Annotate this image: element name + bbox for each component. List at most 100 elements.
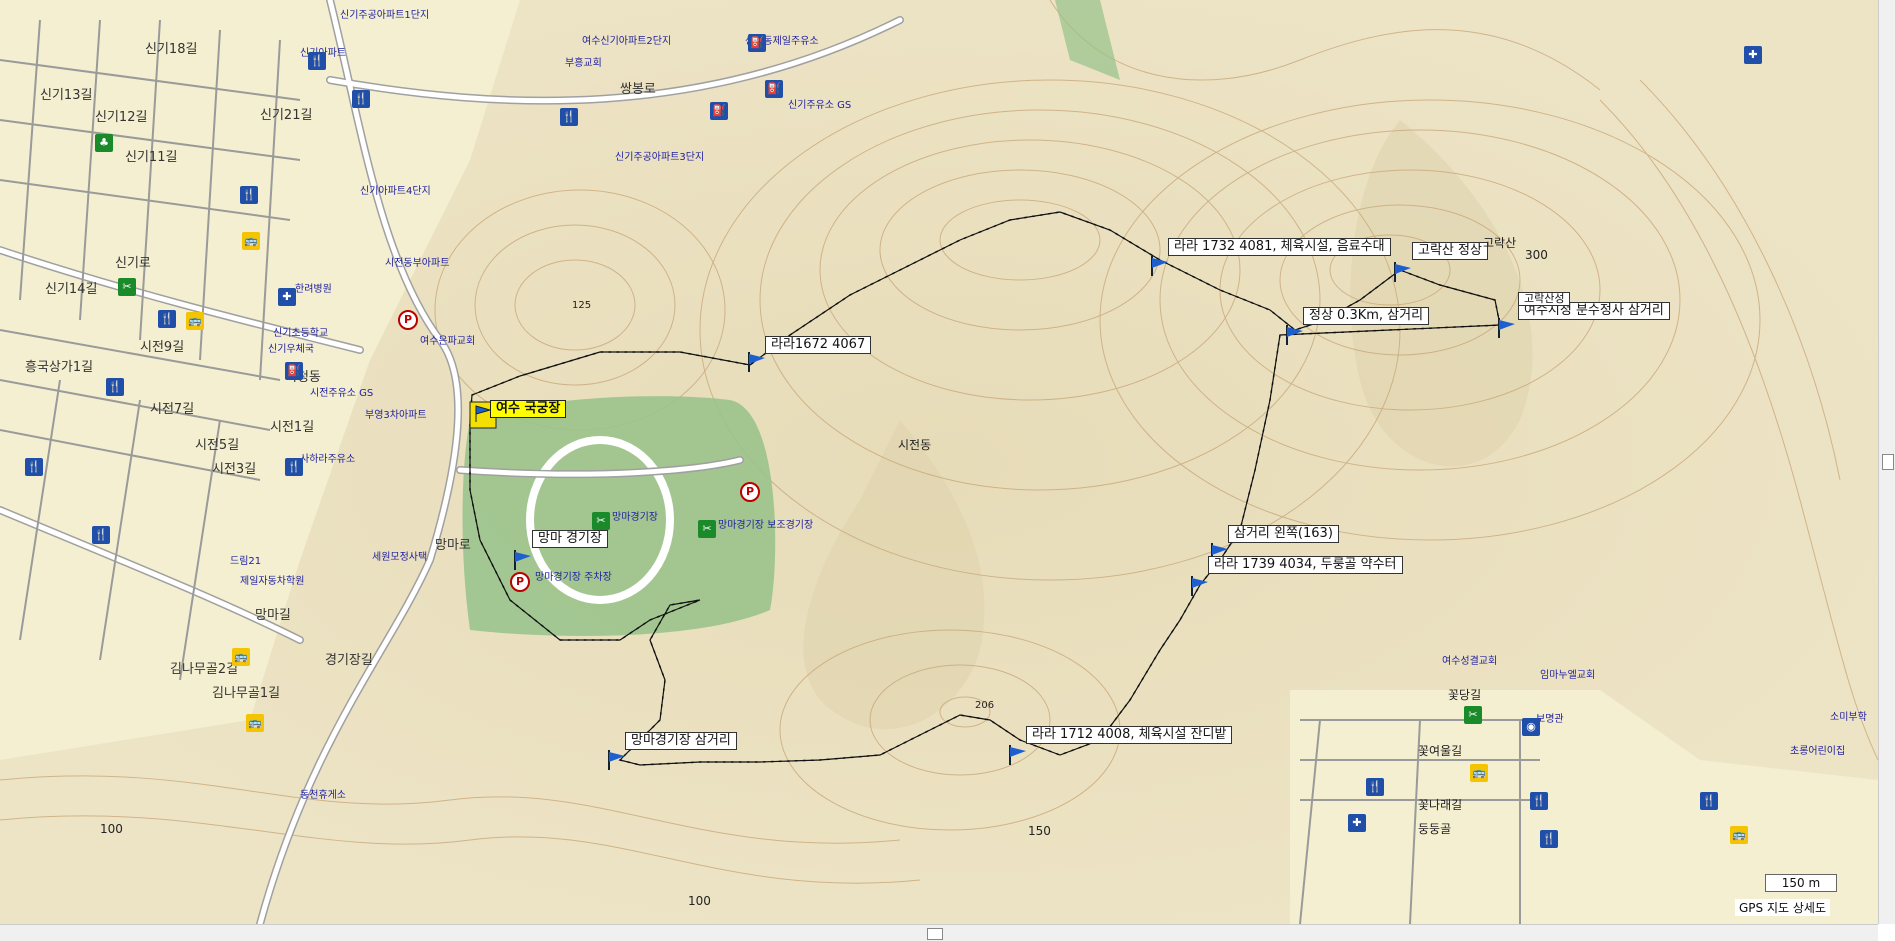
parking-icon: P (510, 572, 530, 592)
waypoint-label[interactable]: 정상 0.3Km, 삼거리 (1303, 307, 1430, 325)
restaurant-icon: 🍴 (1700, 792, 1718, 810)
restaurant-icon: 🍴 (25, 458, 43, 476)
place-label: 꽃나래길 (1418, 798, 1463, 812)
horizontal-scrollbar[interactable] (0, 924, 1878, 941)
place-label: 꽃당길 (1448, 688, 1482, 702)
waypoint-label[interactable]: 라라 1732 4081, 체육시설, 음료수대 (1168, 238, 1391, 256)
place-label: 시전동 (898, 438, 932, 452)
gas-station-icon: ⛽ (710, 102, 728, 120)
street-label: 김나무골2길 (170, 662, 239, 677)
place-label: 한려병원 (295, 284, 332, 295)
street-label: 신기21길 (260, 108, 313, 123)
hospital-icon: ✚ (1744, 46, 1762, 64)
elevation-label: 206 (975, 700, 995, 711)
place-label: 시전동부아파트 (385, 258, 450, 269)
tree-icon: ♣ (95, 134, 113, 152)
place-label: 신기우체국 (268, 344, 314, 355)
street-label: 신기11길 (125, 150, 178, 165)
elevation-label: 300 (1525, 248, 1548, 262)
restaurant-icon: 🍴 (285, 458, 303, 476)
street-label: 신기로 (115, 256, 151, 271)
waypoint-label[interactable]: 라라1672 4067 (765, 336, 872, 354)
elevation-label: 125 (572, 300, 592, 311)
place-label: 시전주유소 GS (310, 388, 374, 399)
place-label: 임마누엘교회 (1540, 670, 1596, 681)
restaurant-icon: 🍴 (1530, 792, 1548, 810)
scissors-icon: ✂ (118, 278, 136, 296)
street-label: 시전1길 (270, 420, 315, 435)
waypoint-label[interactable]: 라라 1739 4034, 두룽골 약수터 (1208, 556, 1403, 574)
restaurant-icon: 🍴 (106, 378, 124, 396)
street-label: 망마로 (435, 538, 471, 553)
street-label: 신기14길 (45, 282, 98, 297)
vertical-scroll-thumb[interactable] (1882, 454, 1894, 470)
hospital-icon: ✚ (278, 288, 296, 306)
bus-icon: 🚌 (246, 714, 264, 732)
parking-icon: P (398, 310, 418, 330)
place-label: 여수은파교회 (420, 336, 476, 347)
waypoint-label[interactable]: 라라 1712 4008, 체육시설 잔디밭 (1026, 726, 1233, 744)
place-label: 고락산성 (1518, 292, 1571, 306)
waypoint-label[interactable]: 망마경기장 삼거리 (625, 732, 737, 750)
waypoint-label[interactable]: 고락산 정상 (1412, 242, 1488, 260)
street-label: 신기12길 (95, 110, 148, 125)
horizontal-scroll-thumb[interactable] (927, 928, 943, 940)
bus-icon: 🚌 (1470, 764, 1488, 782)
elevation-label: 150 (1028, 824, 1051, 838)
vertical-scrollbar[interactable] (1878, 0, 1895, 924)
gas-station-icon: ⛽ (748, 34, 766, 52)
place-label: 망마경기장 (612, 512, 658, 523)
place-label: 소미부학 (1830, 712, 1867, 723)
place-label: 여수신기아파트2단지 (582, 36, 672, 47)
scale-bar: 150 m (1765, 874, 1837, 892)
restaurant-icon: 🍴 (308, 52, 326, 70)
place-label: 둥둥골 (1418, 822, 1452, 836)
street-label: 신기18길 (145, 42, 198, 57)
map-drawing (0, 0, 1878, 924)
street-label: 망마길 (255, 608, 291, 623)
map-name-label: GPS 지도 상세도 (1735, 899, 1830, 916)
scissors-icon: ✂ (1464, 706, 1482, 724)
bus-icon: 🚌 (186, 312, 204, 330)
place-label: 신기아파트4단지 (360, 186, 431, 197)
place-label: 꽃여울길 (1418, 744, 1463, 758)
gas-station-icon: ⛽ (285, 362, 303, 380)
place-label: 드림21 (230, 556, 262, 567)
street-label: 쌍봉로 (620, 82, 656, 97)
place-label: 부영3차아파트 (365, 410, 427, 421)
map-window: 여수 국궁장 라라1672 4067 라라 1732 4081, 체육시설, 음… (0, 0, 1895, 941)
restaurant-icon: 🍴 (1540, 830, 1558, 848)
waypoint-label[interactable]: 망마 경기장 (532, 530, 608, 548)
street-label: 시전7길 (150, 402, 195, 417)
place-label: 사하라주유소 (300, 454, 356, 465)
restaurant-icon: 🍴 (240, 186, 258, 204)
street-label: 흥국상가1길 (25, 360, 94, 375)
place-label: 보명관 (1536, 714, 1564, 725)
scissors-icon: ✂ (698, 520, 716, 538)
waypoint-label[interactable]: 여수 국궁장 (490, 400, 567, 418)
street-label: 김나무골1길 (212, 686, 281, 701)
camera-icon: ◉ (1522, 718, 1540, 736)
map-canvas[interactable]: 여수 국궁장 라라1672 4067 라라 1732 4081, 체육시설, 음… (0, 0, 1879, 924)
restaurant-icon: 🍴 (92, 526, 110, 544)
place-label: 신기초등학교 (273, 328, 329, 339)
place-label: 신기주유소 GS (788, 100, 852, 111)
place-label: 초롱어린이집 (1790, 746, 1846, 757)
elevation-label: 100 (100, 822, 123, 836)
restaurant-icon: 🍴 (352, 90, 370, 108)
elevation-label: 100 (688, 894, 711, 908)
place-label: 세원모정사택 (372, 552, 428, 563)
place-label: 여수성결교회 (1442, 656, 1498, 667)
hospital-icon: ✚ (1348, 814, 1366, 832)
scissors-icon: ✂ (592, 512, 610, 530)
street-label: 시전5길 (195, 438, 240, 453)
place-label: 고락산 (1483, 236, 1517, 250)
restaurant-icon: 🍴 (158, 310, 176, 328)
place-label: 망마경기장 주차장 (535, 572, 612, 583)
bus-icon: 🚌 (1730, 826, 1748, 844)
bus-icon: 🚌 (232, 648, 250, 666)
parking-icon: P (740, 482, 760, 502)
waypoint-label[interactable]: 삼거리 왼쪽(163) (1228, 525, 1339, 543)
gas-station-icon: ⛽ (765, 80, 783, 98)
place-label: 신기주공아파트1단지 (340, 10, 430, 21)
